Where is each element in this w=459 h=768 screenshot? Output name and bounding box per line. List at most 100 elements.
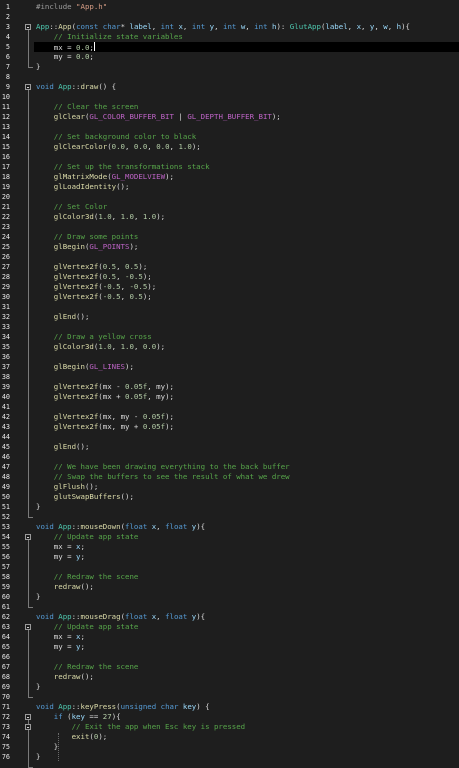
code-token: }: [36, 752, 41, 761]
code-line[interactable]: 75 }: [0, 742, 459, 752]
code-line[interactable]: 76}: [0, 752, 459, 762]
code-line[interactable]: 49 glFlush();: [0, 482, 459, 492]
code-line[interactable]: 35 glColor3d(1.0, 1.0, 0.0);: [0, 342, 459, 352]
code-line[interactable]: 18 glMatrixMode(GL_MODELVIEW);: [0, 172, 459, 182]
code-line[interactable]: 30 glVertex2f(-0.5, 0.5);: [0, 292, 459, 302]
code-line[interactable]: 64 mx = x;: [0, 632, 459, 642]
code-line[interactable]: 72 if (key == 27){: [0, 712, 459, 722]
code-line[interactable]: 69}: [0, 682, 459, 692]
code-line[interactable]: 36: [0, 352, 459, 362]
code-line[interactable]: 17 // Set up the transformations stack: [0, 162, 459, 172]
code-line[interactable]: 41: [0, 402, 459, 412]
code-line[interactable]: 23: [0, 222, 459, 232]
code-line[interactable]: 67 // Redraw the scene: [0, 662, 459, 672]
code-token: mx: [102, 412, 112, 421]
code-line[interactable]: 5 mx = 0.0;: [0, 42, 459, 52]
code-line[interactable]: 27 glVertex2f(0.5, 0.5);: [0, 262, 459, 272]
code-token: mx: [102, 422, 112, 431]
code-line[interactable]: 12 glClear(GL_COLOR_BUFFER_BIT | GL_DEPT…: [0, 112, 459, 122]
code-line[interactable]: 32 glEnd();: [0, 312, 459, 322]
code-line[interactable]: 59 redraw();: [0, 582, 459, 592]
code-line[interactable]: 24 // Draw some points: [0, 232, 459, 242]
code-line[interactable]: 61: [0, 602, 459, 612]
code-line[interactable]: 20: [0, 192, 459, 202]
code-text: // Set Color: [36, 202, 107, 212]
code-line[interactable]: 31: [0, 302, 459, 312]
code-line[interactable]: 13: [0, 122, 459, 132]
code-text: mx = x;: [36, 632, 85, 642]
code-line[interactable]: 50 glutSwapBuffers();: [0, 492, 459, 502]
code-line[interactable]: 11 // Clear the screen: [0, 102, 459, 112]
code-line[interactable]: 47 // We have been drawing everything to…: [0, 462, 459, 472]
code-line[interactable]: 34 // Draw a yellow cross: [0, 332, 459, 342]
code-line[interactable]: 39 glVertex2f(mx - 0.05f, my);: [0, 382, 459, 392]
code-line[interactable]: 6 my = 0.0;: [0, 52, 459, 62]
code-line[interactable]: 14 // Set background color to black: [0, 132, 459, 142]
code-line[interactable]: 63 // Update app state: [0, 622, 459, 632]
code-line[interactable]: 66: [0, 652, 459, 662]
code-line[interactable]: 73 // Exit the app when Esc key is press…: [0, 722, 459, 732]
code-line[interactable]: 7}: [0, 62, 459, 72]
code-line[interactable]: 15 glClearColor(0.0, 0.0, 0.0, 1.0);: [0, 142, 459, 152]
code-token: );: [142, 292, 152, 301]
code-line[interactable]: 52: [0, 512, 459, 522]
code-token: glLoadIdentity: [36, 182, 117, 191]
code-line[interactable]: 33: [0, 322, 459, 332]
code-line[interactable]: 65 my = y;: [0, 642, 459, 652]
code-line[interactable]: 48 // Swap the buffers to see the result…: [0, 472, 459, 482]
code-line[interactable]: 58 // Redraw the scene: [0, 572, 459, 582]
code-line[interactable]: 1 #include "App.h": [0, 2, 459, 12]
code-line[interactable]: 3 App::App(const char* label, int x, int …: [0, 22, 459, 32]
code-line[interactable]: 46: [0, 452, 459, 462]
code-line[interactable]: 4 // Initialize state variables: [0, 32, 459, 42]
code-line[interactable]: 44: [0, 432, 459, 442]
code-line[interactable]: 54 // Update app state: [0, 532, 459, 542]
code-line[interactable]: 62 void App::mouseDrag(float x, float y){: [0, 612, 459, 622]
code-editor[interactable]: 1 #include "App.h" 2 3 App::App(const char* …: [0, 0, 459, 768]
code-line[interactable]: 70: [0, 692, 459, 702]
code-line[interactable]: 53 void App::mouseDown(float x, float y){: [0, 522, 459, 532]
code-line[interactable]: 26: [0, 252, 459, 262]
line-number: 68: [1, 673, 10, 681]
fold-toggle-icon[interactable]: [25, 84, 31, 90]
code-line[interactable]: 68 redraw();: [0, 672, 459, 682]
code-line[interactable]: 71 void App::keyPress(unsigned char key) …: [0, 702, 459, 712]
code-line[interactable]: 42 glVertex2f(mx, my - 0.05f);: [0, 412, 459, 422]
line-number: 32: [1, 313, 10, 321]
line-number: 12: [1, 113, 10, 121]
code-line[interactable]: 10: [0, 92, 459, 102]
code-token: }: [36, 502, 41, 511]
code-line[interactable]: 16: [0, 152, 459, 162]
code-line[interactable]: 45 glEnd();: [0, 442, 459, 452]
code-line[interactable]: 29 glVertex2f(-0.5, -0.5);: [0, 282, 459, 292]
code-line[interactable]: 22 glColor3d(1.0, 1.0, 1.0);: [0, 212, 459, 222]
code-line[interactable]: 57: [0, 562, 459, 572]
code-line[interactable]: 40 glVertex2f(mx + 0.05f, my);: [0, 392, 459, 402]
code-line[interactable]: 21 // Set Color: [0, 202, 459, 212]
fold-toggle-icon[interactable]: [25, 534, 31, 540]
code-line[interactable]: 19 glLoadIdentity();: [0, 182, 459, 192]
fold-toggle-icon[interactable]: [25, 624, 31, 630]
code-line[interactable]: 43 glVertex2f(mx, my + 0.05f);: [0, 422, 459, 432]
code-line[interactable]: 51}: [0, 502, 459, 512]
fold-toggle-icon[interactable]: [25, 714, 31, 720]
code-line[interactable]: 25 glBegin(GL_POINTS);: [0, 242, 459, 252]
code-line[interactable]: 74 exit(0);: [0, 732, 459, 742]
fold-toggle-icon[interactable]: [25, 24, 31, 30]
fold-toggle-icon[interactable]: [25, 724, 31, 730]
code-line[interactable]: 37 glBegin(GL_LINES);: [0, 362, 459, 372]
code-line[interactable]: 38: [0, 372, 459, 382]
code-line[interactable]: 28 glVertex2f(0.5, -0.5);: [0, 272, 459, 282]
code-line[interactable]: 55 mx = x;: [0, 542, 459, 552]
code-token: ,: [116, 262, 126, 271]
code-line[interactable]: 9 void App::draw() {: [0, 82, 459, 92]
code-token: // Draw some points: [36, 232, 139, 241]
code-token: label: [325, 22, 348, 31]
code-line[interactable]: 56 my = y;: [0, 552, 459, 562]
code-line[interactable]: 60}: [0, 592, 459, 602]
code-line[interactable]: 8: [0, 72, 459, 82]
code-line[interactable]: 2: [0, 12, 459, 22]
line-number: 73: [1, 723, 10, 731]
code-token: mouseDown: [80, 522, 121, 531]
code-text: glEnd();: [36, 442, 90, 452]
